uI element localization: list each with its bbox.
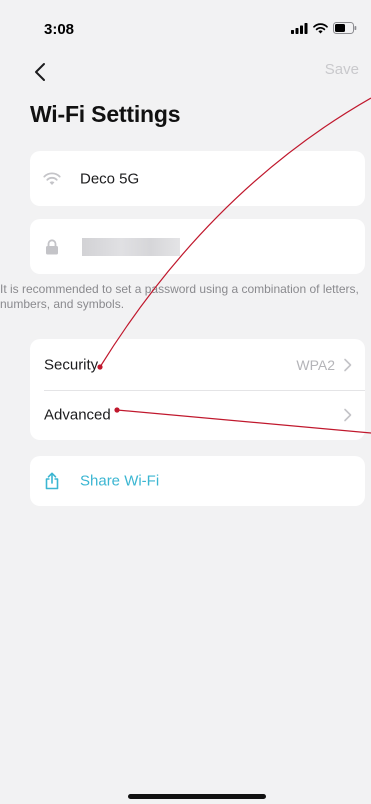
security-value: WPA2	[296, 357, 335, 373]
save-button[interactable]: Save	[325, 61, 359, 78]
chevron-left-icon	[35, 63, 45, 81]
signal-icon	[291, 22, 308, 34]
status-bar: 3:08	[0, 0, 371, 44]
wifi-icon	[313, 22, 328, 33]
security-label: Security	[44, 356, 99, 374]
settings-menu: Security WPA2 Advanced	[30, 339, 365, 440]
chevron-right-icon	[344, 358, 352, 372]
advanced-label: Advanced	[44, 406, 111, 424]
chevron-right-icon	[344, 408, 352, 422]
password-value-redacted	[82, 237, 180, 256]
wifi-icon	[43, 170, 61, 188]
lock-icon	[43, 238, 61, 256]
page-title: Wi-Fi Settings	[30, 101, 181, 127]
back-button[interactable]	[28, 60, 52, 84]
password-field[interactable]	[30, 219, 365, 274]
status-icons	[291, 22, 357, 34]
share-icon	[45, 472, 59, 490]
share-wifi-label: Share Wi-Fi	[80, 472, 160, 490]
status-time: 3:08	[44, 21, 75, 38]
wifi-settings-screen: 3:08 Save Wi-Fi Settings Deco 5G It is r…	[0, 0, 371, 804]
password-hint: It is recommended to set a password usin…	[0, 282, 359, 311]
home-indicator	[128, 794, 266, 799]
share-wifi-button[interactable]: Share Wi-Fi	[30, 456, 365, 506]
network-name-value: Deco 5G	[80, 170, 140, 187]
battery-icon	[333, 22, 357, 34]
network-name-field[interactable]: Deco 5G	[30, 151, 365, 206]
security-row[interactable]: Security WPA2	[30, 340, 365, 391]
advanced-row[interactable]: Advanced	[30, 390, 365, 440]
